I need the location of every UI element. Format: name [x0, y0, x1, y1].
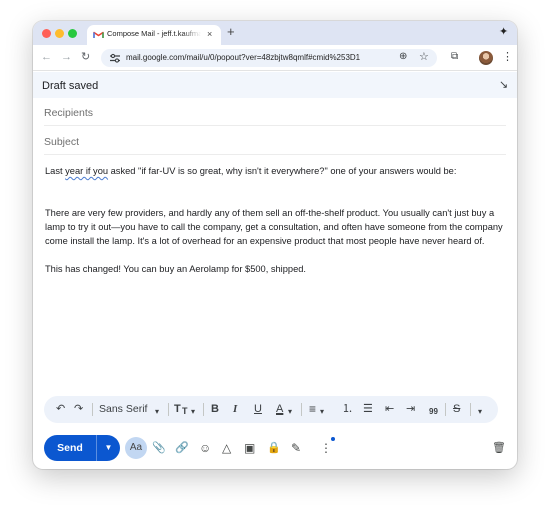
- color-caret-icon[interactable]: ▾: [288, 404, 292, 419]
- discard-draft-icon[interactable]: 🗑: [492, 441, 506, 455]
- align-icon[interactable]: ≡: [309, 402, 316, 417]
- more-options-icon[interactable]: ⋮: [320, 441, 332, 455]
- attach-icon[interactable]: 📎: [152, 441, 166, 455]
- window-maximize-button[interactable]: [68, 29, 77, 38]
- indent-more-icon[interactable]: ⇥: [406, 402, 415, 417]
- formatting-options-button[interactable]: Aa: [125, 437, 147, 459]
- align-caret-icon[interactable]: ▾: [320, 404, 324, 419]
- toolbar-divider: [301, 403, 302, 416]
- window-minimize-button[interactable]: [55, 29, 64, 38]
- body-line-1[interactable]: Last year if you asked "if far-UV is so …: [45, 164, 510, 178]
- exit-popout-icon[interactable]: ↘: [499, 78, 508, 91]
- toolbar-divider: [168, 403, 169, 416]
- recipients-placeholder: Recipients: [44, 107, 94, 119]
- toolbar-divider: [92, 403, 93, 416]
- signature-icon[interactable]: ✎: [291, 441, 301, 455]
- bold-icon[interactable]: B: [211, 402, 219, 417]
- url-text: mail.google.com/mail/u/0/popout?ver=48zb…: [126, 53, 361, 62]
- browser-toolbar: ← → ↻ mail.google.com/mail/u/0/popout?ve…: [33, 45, 517, 71]
- extensions-icon[interactable]: ⧉: [451, 51, 458, 62]
- emoji-icon[interactable]: ☺: [199, 441, 211, 455]
- strikethrough-icon[interactable]: S: [453, 402, 460, 417]
- indent-less-icon[interactable]: ⇤: [385, 402, 394, 417]
- italic-icon[interactable]: I: [233, 402, 237, 417]
- site-settings-icon[interactable]: [109, 52, 121, 64]
- font-caret-icon[interactable]: ▾: [155, 404, 159, 419]
- size-caret-icon[interactable]: ▾: [191, 404, 195, 419]
- tab-title: Compose Mail - jeff.t.kaufman: [107, 29, 201, 38]
- toolbar-divider: [203, 403, 204, 416]
- drive-icon[interactable]: △: [222, 441, 231, 455]
- font-select[interactable]: Sans Serif: [99, 402, 147, 417]
- subject-placeholder: Subject: [44, 136, 80, 148]
- toolbar-divider: [445, 403, 446, 416]
- numbered-list-icon[interactable]: ⒈: [342, 402, 353, 417]
- insert-link-icon[interactable]: 🔗: [175, 441, 189, 455]
- send-options-icon[interactable]: ▼: [97, 435, 120, 461]
- formatting-toolbar: ↶ ↷ Sans Serif ▾ T T ▾ B I U A ▾ ≡ ▾ ⒈ ☰…: [44, 396, 498, 423]
- undo-icon[interactable]: ↶: [56, 402, 65, 417]
- back-icon[interactable]: ←: [41, 51, 52, 64]
- forward-icon[interactable]: →: [61, 51, 72, 64]
- text-color-icon[interactable]: A: [276, 402, 283, 417]
- gmail-icon: [93, 31, 104, 38]
- compose-header: Draft saved ↘: [33, 72, 517, 98]
- subject-field[interactable]: Subject: [44, 127, 506, 155]
- send-button[interactable]: Send: [44, 435, 96, 461]
- body-paragraph-2[interactable]: There are very few providers, and hardly…: [45, 206, 510, 248]
- gemini-icon[interactable]: ✦: [499, 26, 508, 38]
- recipients-field[interactable]: Recipients: [44, 98, 506, 126]
- toolbar-divider: [470, 403, 471, 416]
- more-formatting-icon[interactable]: ▾: [478, 404, 482, 419]
- new-tab-icon[interactable]: +: [227, 25, 235, 39]
- send-button-group: Send ▼: [44, 435, 120, 461]
- zoom-icon[interactable]: ⊕: [399, 51, 407, 62]
- tab-close-icon[interactable]: ×: [207, 28, 212, 40]
- profile-avatar[interactable]: [479, 51, 493, 65]
- window-close-button[interactable]: [42, 29, 51, 38]
- draft-status: Draft saved: [42, 80, 99, 92]
- confidential-mode-icon[interactable]: 🔒: [267, 441, 281, 455]
- bulleted-list-icon[interactable]: ☰: [363, 402, 373, 417]
- quote-icon[interactable]: 99: [429, 404, 438, 419]
- insert-photo-icon[interactable]: ▣: [244, 441, 255, 455]
- browser-menu-icon[interactable]: ⋮: [502, 50, 513, 63]
- browser-window: Compose Mail - jeff.t.kaufman × + ✦ ← → …: [33, 21, 517, 469]
- notification-dot: [331, 437, 335, 441]
- reload-icon[interactable]: ↻: [81, 51, 90, 64]
- browser-tab[interactable]: Compose Mail - jeff.t.kaufman ×: [87, 25, 221, 45]
- spellcheck-word[interactable]: year if you: [65, 166, 108, 176]
- text-size-icon-small: T: [182, 406, 188, 416]
- redo-icon[interactable]: ↷: [74, 402, 83, 417]
- address-bar[interactable]: mail.google.com/mail/u/0/popout?ver=48zb…: [101, 49, 437, 67]
- body-paragraph-3[interactable]: This has changed! You can buy an Aerolam…: [45, 262, 510, 276]
- underline-icon[interactable]: U: [254, 402, 262, 417]
- bookmark-star-icon[interactable]: ☆: [419, 50, 429, 63]
- text-size-icon[interactable]: T: [174, 402, 181, 417]
- tab-strip: Compose Mail - jeff.t.kaufman × + ✦: [33, 21, 517, 45]
